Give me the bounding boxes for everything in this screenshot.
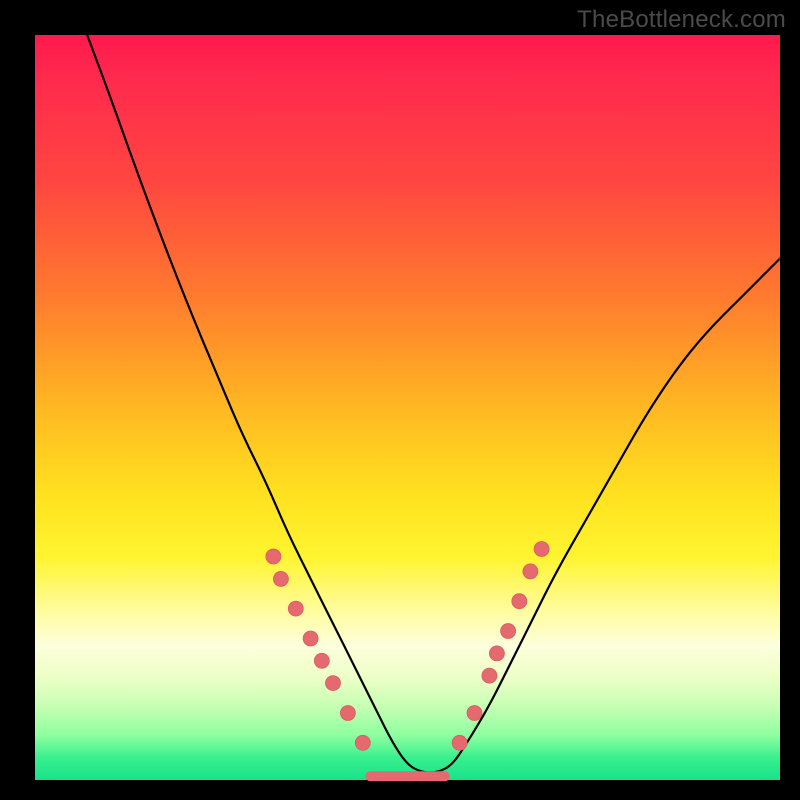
curve-marker: [355, 735, 370, 750]
curve-marker: [266, 549, 281, 564]
curve-marker: [452, 735, 467, 750]
curve-marker: [512, 594, 527, 609]
curve-marker: [501, 624, 516, 639]
curve-marker: [467, 706, 482, 721]
curve-marker: [288, 601, 303, 616]
watermark-text: TheBottleneck.com: [577, 6, 786, 34]
bottleneck-curve: [87, 35, 780, 773]
curve-marker: [489, 646, 504, 661]
curve-marker: [314, 653, 329, 668]
curve-marker: [523, 564, 538, 579]
curve-marker: [482, 668, 497, 683]
chart-frame: TheBottleneck.com: [0, 0, 800, 800]
curve-marker: [534, 542, 549, 557]
curve-marker: [303, 631, 318, 646]
plot-area: [35, 35, 780, 780]
curve-marker: [326, 676, 341, 691]
curve-marker: [273, 571, 288, 586]
curve-svg: [35, 35, 780, 780]
curve-marker: [340, 706, 355, 721]
